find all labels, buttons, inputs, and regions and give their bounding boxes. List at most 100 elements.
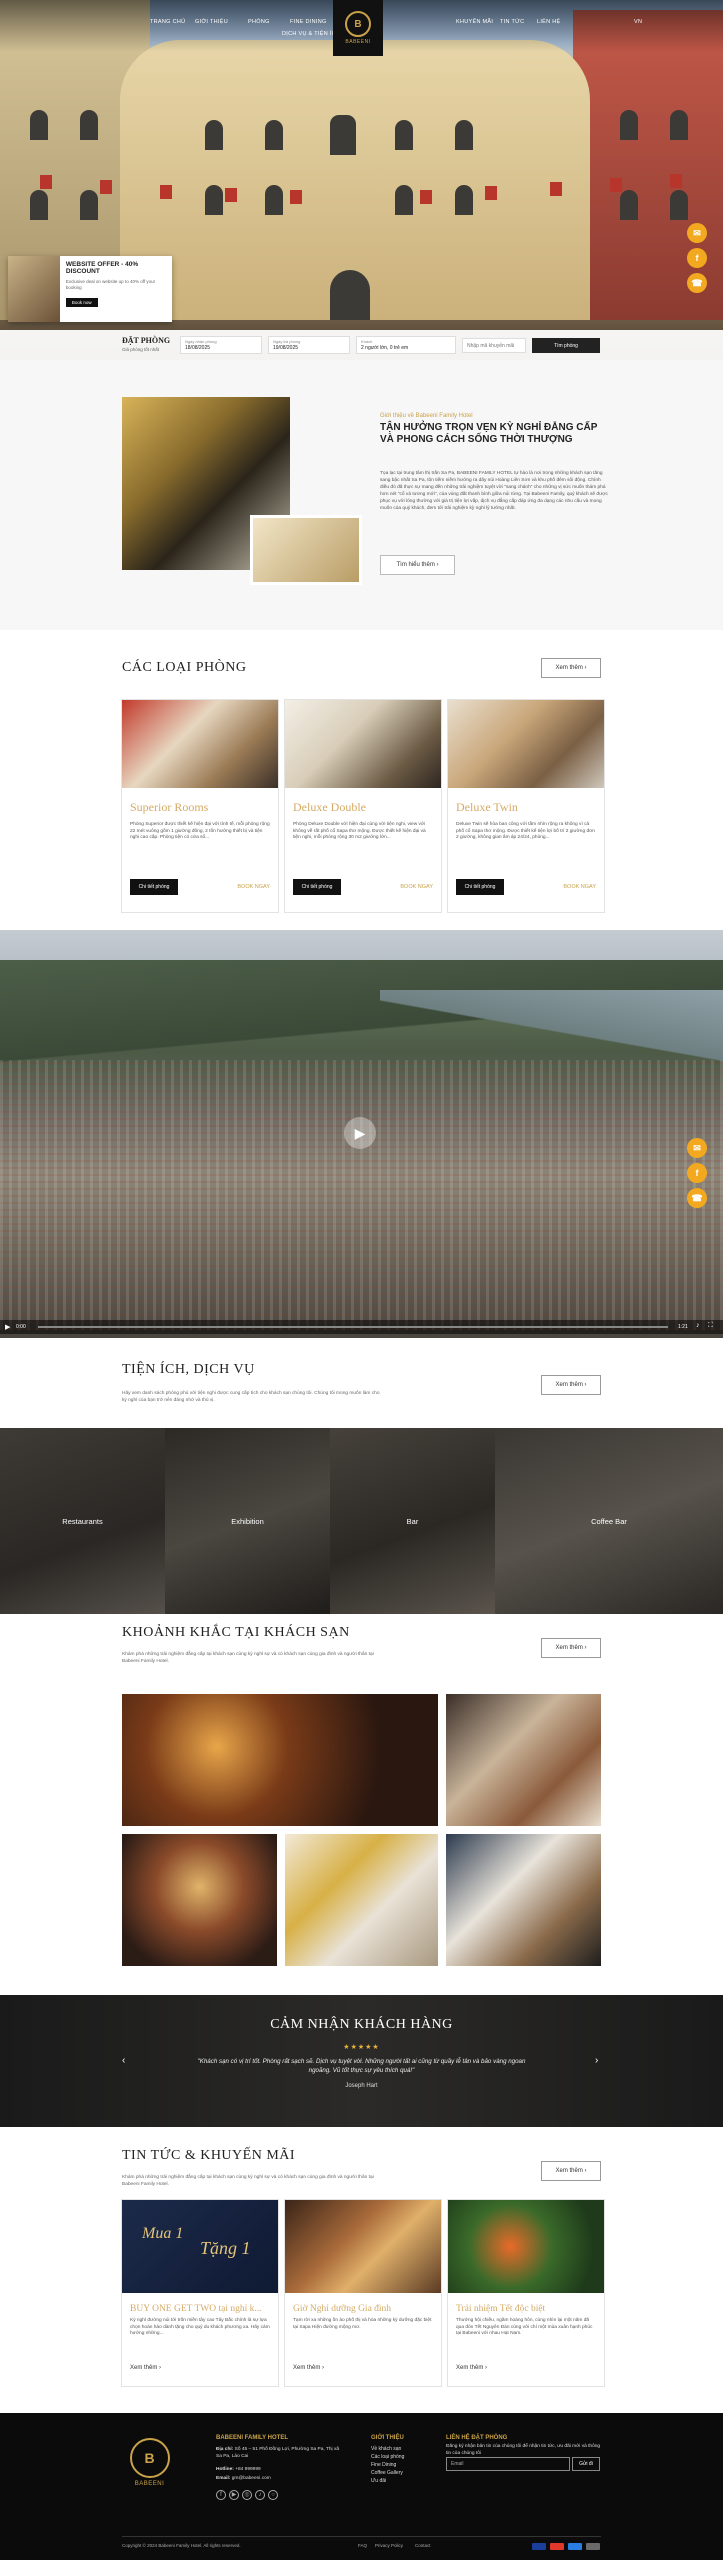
checkin-field[interactable]: Ngày nhận phòng 18/08/2025: [180, 336, 262, 354]
email-icon[interactable]: ✉: [687, 223, 707, 243]
volume-icon[interactable]: ♪: [696, 1322, 700, 1329]
news-card[interactable]: Trải nhiệm Tết độc biệt Thưởng hội chiều…: [448, 2200, 604, 2386]
moments-subtitle: Khám phá những trải nghiệm đẳng cấp tại …: [122, 1652, 374, 1664]
news-card[interactable]: Mua 1 Tặng 1 BUY ONE GET TWO tại nghỉ k.…: [122, 2200, 278, 2386]
news-photo: Mua 1 Tặng 1: [122, 2200, 278, 2293]
play-control-icon[interactable]: ▶: [5, 1323, 10, 1331]
amenities-subtitle: Hãy xem danh sách phòng phù với tiện ngh…: [122, 1391, 380, 1403]
facebook-icon[interactable]: f: [216, 2490, 226, 2500]
news-subtitle: Khám phá những trải nghiệm đẳng cấp tại …: [122, 2175, 374, 2187]
footer-link[interactable]: Các loại phòng: [371, 2454, 404, 2460]
footer-faq-link[interactable]: FAQ: [358, 2543, 367, 2548]
tiktok-icon[interactable]: ♪: [255, 2490, 265, 2500]
fullscreen-icon[interactable]: ⛶: [708, 1322, 713, 1330]
newsletter-email-input[interactable]: Email: [446, 2457, 570, 2471]
phone-icon[interactable]: ☎: [687, 1188, 707, 1208]
play-icon[interactable]: ▶: [344, 1117, 376, 1149]
hotel-logo[interactable]: B BABEENI: [333, 0, 383, 56]
room-book-link[interactable]: BOOK NGAY: [563, 884, 596, 890]
about-more-button[interactable]: Tìm hiểu thêm ›: [380, 555, 455, 575]
video-progress-bar[interactable]: [38, 1326, 668, 1328]
footer-contact-link[interactable]: Contact: [415, 2543, 431, 2548]
promo-code-input[interactable]: Nhập mã khuyến mãi: [462, 338, 526, 353]
language-selector[interactable]: VN: [634, 19, 642, 25]
prev-arrow-icon[interactable]: ‹: [122, 2055, 125, 2066]
nav-contact[interactable]: LIÊN HỆ: [537, 19, 561, 25]
footer-hotline[interactable]: +84 999999: [235, 2467, 260, 2472]
email-icon[interactable]: ✉: [687, 1138, 707, 1158]
room-name: Deluxe Twin: [456, 800, 518, 814]
news-card[interactable]: Giờ Nghỉ dưỡng Gia đình Tạm rời xa những…: [285, 2200, 441, 2386]
nav-fine-dining[interactable]: FINE DINING: [290, 19, 327, 25]
room-card[interactable]: Deluxe Twin Deluxe Twin sẽ hòa ban công …: [448, 700, 604, 912]
testimonial-author: Joseph Hart: [345, 2083, 378, 2089]
footer-link[interactable]: Fine Dining: [371, 2462, 396, 2468]
offer-popup[interactable]: WEBSITE OFFER - 40% DISCOUNT Exclusive d…: [8, 256, 172, 322]
room-detail-button[interactable]: Chi tiết phòng: [456, 879, 504, 895]
moment-photo[interactable]: [122, 1834, 277, 1966]
footer-email[interactable]: gm@babeeni.com: [232, 2476, 271, 2481]
room-card[interactable]: Superior Rooms Phòng Superior được thiết…: [122, 700, 278, 912]
room-name: Superior Rooms: [130, 800, 209, 814]
search-rooms-button[interactable]: Tìm phòng: [532, 338, 600, 353]
moment-photo[interactable]: [285, 1834, 438, 1966]
rating-stars: ★★★★★: [343, 2044, 380, 2051]
news-title[interactable]: BUY ONE GET TWO tại nghỉ k...: [130, 2304, 270, 2314]
news-photo: [285, 2200, 441, 2293]
room-detail-button[interactable]: Chi tiết phòng: [130, 879, 178, 895]
rooms-view-all-button[interactable]: Xem thêm ›: [541, 658, 601, 678]
news-view-all-button[interactable]: Xem thêm ›: [541, 2161, 601, 2181]
room-book-link[interactable]: BOOK NGAY: [237, 884, 270, 890]
news-title[interactable]: Trải nhiệm Tết độc biệt: [456, 2304, 596, 2314]
offer-book-button[interactable]: Book now: [65, 298, 98, 307]
promo-buy-text: Mua 1: [142, 2225, 184, 2242]
logo-text: BABEENI: [345, 39, 371, 45]
facebook-icon[interactable]: f: [687, 1163, 707, 1183]
amenity-coffee-bar[interactable]: Coffee Bar: [495, 1428, 723, 1614]
moment-photo[interactable]: [446, 1834, 601, 1966]
nav-home[interactable]: TRANG CHỦ: [150, 19, 185, 25]
newsletter-submit-button[interactable]: Gửi đi: [572, 2457, 600, 2471]
footer-address: Số 45 – 51 Phố Đồng Lợi, Phường Sa Pa, T…: [216, 2447, 340, 2459]
footer-contact-text: Đăng ký nhận bản tin của chúng tôi để nh…: [446, 2444, 601, 2456]
room-detail-button[interactable]: Chi tiết phòng: [293, 879, 341, 895]
moment-photo[interactable]: [446, 1694, 601, 1826]
crest-icon: B: [129, 2438, 170, 2478]
checkout-field[interactable]: Ngày trả phòng 19/08/2025: [268, 336, 350, 354]
nav-rooms[interactable]: PHÒNG: [248, 19, 270, 25]
moment-photo[interactable]: [122, 1694, 438, 1826]
moments-view-all-button[interactable]: Xem thêm ›: [541, 1638, 601, 1658]
news-desc: Tạm rời xa những ồn ào phố thị và hòa nh…: [293, 2318, 432, 2330]
footer-link[interactable]: Ưu đãi: [371, 2478, 386, 2484]
footer-privacy-link[interactable]: Privacy Policy: [375, 2543, 403, 2548]
guests-field[interactable]: Khách 2 người lớn, 0 trẻ em: [356, 336, 456, 354]
youtube-icon[interactable]: ▶: [229, 2490, 239, 2500]
mastercard-icon: [550, 2543, 564, 2550]
amenity-restaurants[interactable]: Restaurants: [0, 1428, 165, 1614]
room-card[interactable]: Deluxe Double Phòng Deluxe Double với hi…: [285, 700, 441, 912]
news-title[interactable]: Giờ Nghỉ dưỡng Gia đình: [293, 2304, 433, 2314]
nav-about[interactable]: GIỚI THIỆU: [195, 19, 228, 25]
footer-link[interactable]: Coffee Gallery: [371, 2470, 403, 2476]
next-arrow-icon[interactable]: ›: [595, 2055, 598, 2066]
news-more-link[interactable]: Xem thêm ›: [130, 2365, 161, 2371]
payment-icon: [586, 2543, 600, 2550]
footer-link[interactable]: Về khách sạn: [371, 2446, 401, 2452]
phone-icon[interactable]: ☎: [687, 273, 707, 293]
nav-news[interactable]: TIN TỨC: [500, 19, 524, 25]
room-book-link[interactable]: BOOK NGAY: [400, 884, 433, 890]
crest-icon: B: [345, 11, 371, 37]
amenity-exhibition[interactable]: Exhibition: [165, 1428, 330, 1614]
amenities-view-all-button[interactable]: Xem thêm ›: [541, 1375, 601, 1395]
amenity-bar[interactable]: Bar: [330, 1428, 495, 1614]
instagram-icon[interactable]: ◎: [242, 2490, 252, 2500]
footer-logo[interactable]: B BABEENI: [122, 2438, 177, 2496]
tripadvisor-icon[interactable]: ○: [268, 2490, 278, 2500]
news-more-link[interactable]: Xem thêm ›: [456, 2365, 487, 2371]
nav-promotions[interactable]: KHUYẾN MÃI: [456, 19, 493, 25]
nav-services[interactable]: DỊCH VỤ & TIỆN ÍCH: [282, 31, 340, 37]
booking-title: ĐẶT PHÒNG: [122, 336, 171, 345]
facebook-icon[interactable]: f: [687, 248, 707, 268]
news-desc: Thưởng hội chiều, ngăm hoàng hôn, cùng n…: [456, 2318, 593, 2336]
news-more-link[interactable]: Xem thêm ›: [293, 2365, 324, 2371]
